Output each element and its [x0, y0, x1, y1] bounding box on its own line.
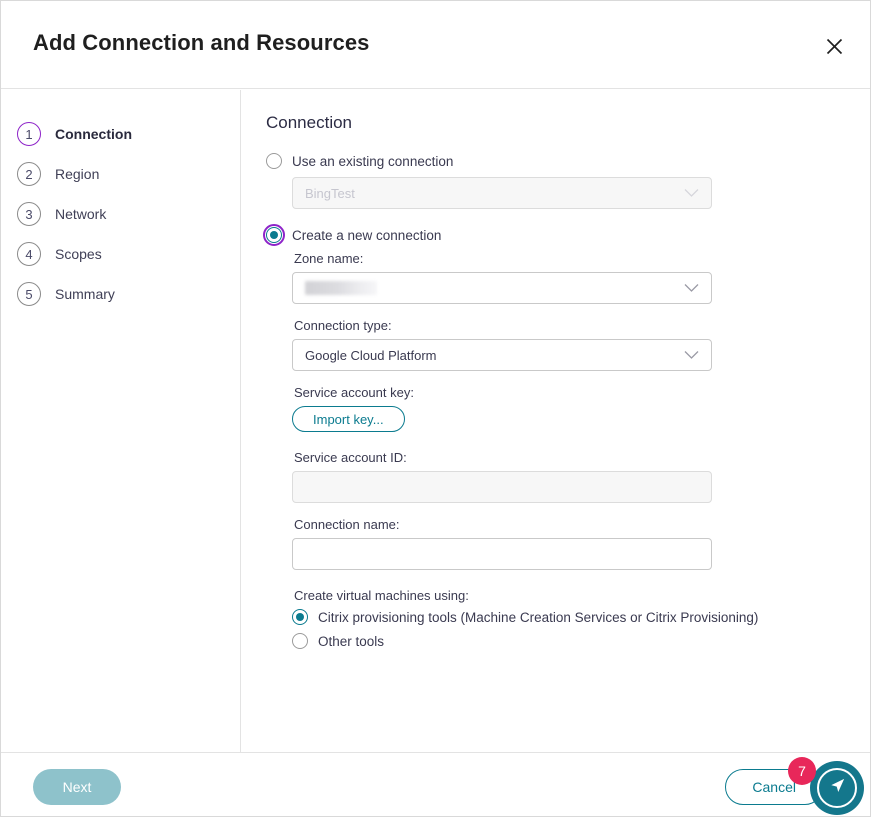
notification-badge: 7 [788, 757, 816, 785]
add-connection-dialog: Add Connection and Resources 1 Connectio… [0, 0, 871, 817]
connection-name-field[interactable] [292, 538, 712, 570]
connection-type-label: Connection type: [294, 318, 392, 333]
sidebar-item-label: Summary [55, 286, 115, 302]
existing-connection-dropdown: BingTest [292, 177, 712, 209]
radio-other-tools[interactable]: Other tools [292, 633, 838, 649]
close-icon [826, 38, 843, 55]
sidebar-item-summary[interactable]: 5 Summary [1, 274, 240, 314]
radio-use-existing-connection[interactable]: Use an existing connection [266, 153, 838, 169]
help-fab-button[interactable]: 7 [788, 757, 864, 815]
sidebar-item-scopes[interactable]: 4 Scopes [1, 234, 240, 274]
step-number: 3 [17, 202, 41, 226]
radio-icon-checked [292, 609, 308, 625]
dialog-footer: Next Cancel [1, 752, 870, 816]
zone-name-dropdown[interactable] [292, 272, 712, 304]
navigation-arrow-icon [828, 776, 847, 800]
radio-create-new-connection[interactable]: Create a new connection [263, 224, 838, 246]
vm-tools-group-label: Create virtual machines using: [294, 588, 469, 603]
sidebar-item-label: Region [55, 166, 100, 182]
panel-heading: Connection [266, 113, 353, 132]
connection-type-value: Google Cloud Platform [305, 347, 437, 363]
chevron-down-icon [684, 348, 699, 363]
next-button[interactable]: Next [33, 769, 121, 805]
radio-label: Other tools [318, 633, 385, 649]
radio-citrix-provisioning-tools[interactable]: Citrix provisioning tools (Machine Creat… [292, 609, 838, 625]
close-button[interactable] [820, 32, 848, 60]
sidebar-item-network[interactable]: 3 Network [1, 194, 240, 234]
fab-ring [817, 768, 857, 808]
radio-label: Use an existing connection [292, 153, 454, 169]
radio-icon-unchecked [292, 633, 308, 649]
connection-name-label: Connection name: [294, 517, 400, 532]
existing-connection-value: BingTest [305, 185, 355, 201]
radio-icon-checked [263, 224, 285, 246]
step-number: 5 [17, 282, 41, 306]
step-number: 4 [17, 242, 41, 266]
dialog-header: Add Connection and Resources [1, 1, 870, 89]
page-title: Add Connection and Resources [33, 30, 370, 55]
zone-name-value-redacted [305, 281, 377, 295]
radio-label: Citrix provisioning tools (Machine Creat… [318, 609, 759, 625]
step-number: 1 [17, 122, 41, 146]
step-number: 2 [17, 162, 41, 186]
sidebar-item-region[interactable]: 2 Region [1, 154, 240, 194]
sidebar-item-label: Connection [55, 126, 132, 142]
sidebar-item-connection[interactable]: 1 Connection [1, 114, 240, 154]
radio-icon-unchecked [266, 153, 282, 169]
service-account-id-label: Service account ID: [294, 450, 407, 465]
zone-name-label: Zone name: [294, 251, 364, 266]
wizard-sidebar: 1 Connection 2 Region 3 Network 4 Scopes… [1, 90, 241, 752]
sidebar-item-label: Scopes [55, 246, 102, 262]
connection-panel: Connection Use an existing connection Bi… [242, 90, 870, 752]
connection-type-dropdown[interactable]: Google Cloud Platform [292, 339, 712, 371]
sidebar-item-label: Network [55, 206, 107, 222]
chevron-down-icon [684, 186, 699, 201]
chevron-down-icon [684, 281, 699, 296]
radio-label: Create a new connection [292, 227, 442, 243]
service-account-key-label: Service account key: [294, 385, 414, 400]
import-key-button[interactable]: Import key... [292, 406, 405, 432]
service-account-id-field [292, 471, 712, 503]
